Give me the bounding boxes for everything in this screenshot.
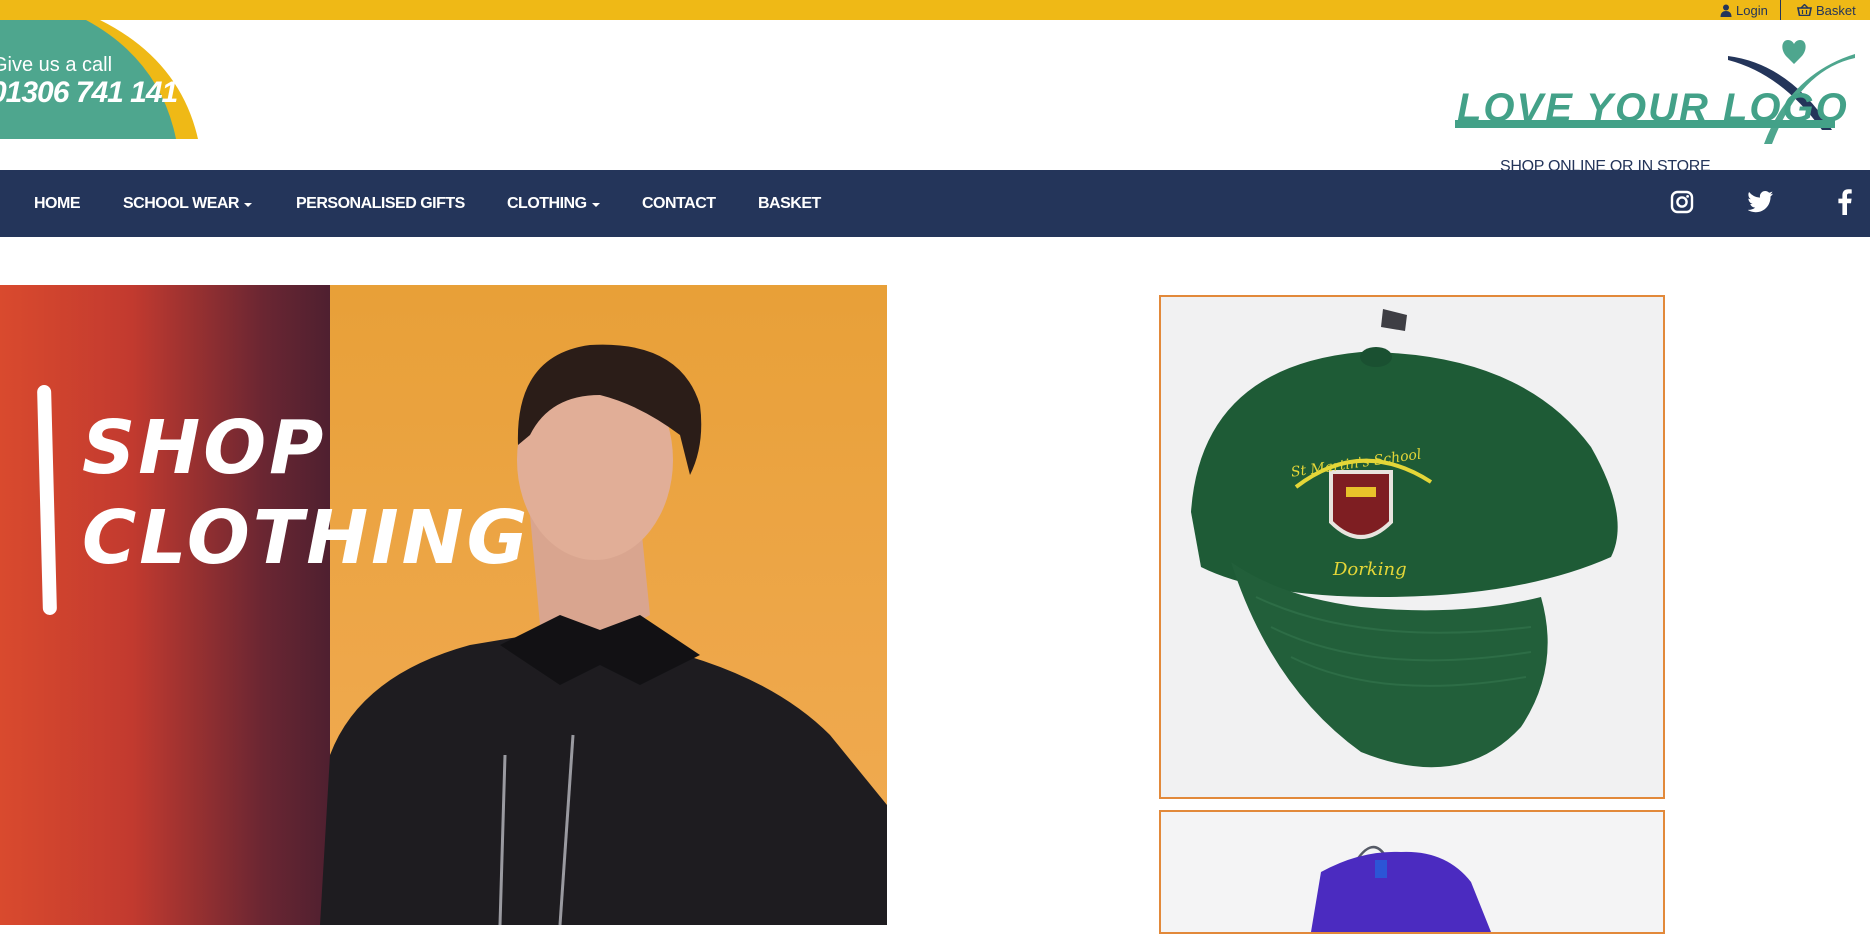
product-card-fleece[interactable] [1159, 810, 1665, 934]
hero-banner[interactable]: SHOP CLOTHING [0, 285, 887, 925]
facebook-icon[interactable] [1831, 188, 1859, 216]
caret-down-icon [591, 202, 600, 207]
hero-model-image [320, 344, 887, 925]
login-link[interactable]: Login [1720, 0, 1768, 20]
login-label: Login [1736, 2, 1768, 18]
site-logo[interactable]: LOVE YOUR LOGO SHOP ONLINE OR IN STORE [1450, 34, 1860, 184]
phone-number[interactable]: 01306 741 141 [0, 76, 190, 110]
basket-link[interactable]: Basket [1797, 0, 1856, 20]
cap-embroidery-bottom: Dorking [1332, 559, 1407, 580]
hero-title-line2: CLOTHING [82, 495, 531, 581]
user-icon [1720, 4, 1732, 17]
call-label: Give us a call [0, 54, 113, 76]
nav-basket-label: BASKET [758, 194, 821, 212]
main-nav: HOME SCHOOL WEAR PERSONALISED GIFTS CLOT… [0, 170, 1870, 237]
nav-school-wear-label: SCHOOL WEAR [123, 194, 239, 212]
instagram-icon[interactable] [1668, 188, 1696, 216]
nav-contact-label: CONTACT [642, 194, 716, 212]
nav-personalised-gifts-label: PERSONALISED GIFTS [296, 194, 465, 212]
nav-clothing-label: CLOTHING [507, 194, 587, 212]
nav-personalised-gifts[interactable]: PERSONALISED GIFTS [296, 170, 465, 237]
utility-bar: Login Basket [0, 0, 1870, 20]
logo-text: LOVE YOUR LOGO [1457, 86, 1849, 130]
twitter-icon[interactable] [1747, 188, 1775, 216]
caret-down-icon [243, 202, 252, 207]
nav-basket[interactable]: BASKET [758, 170, 821, 237]
nav-home-label: HOME [34, 194, 81, 212]
call-us-badge[interactable]: Give us a call 01306 741 141 [0, 20, 200, 140]
nav-school-wear[interactable]: SCHOOL WEAR [123, 170, 252, 237]
utility-divider [1780, 0, 1781, 20]
cap-image: Dorking St Martin's School [1161, 297, 1663, 797]
nav-home[interactable]: HOME [34, 170, 81, 237]
basket-label: Basket [1816, 2, 1856, 18]
hero-title-line1: SHOP [82, 405, 327, 491]
nav-contact[interactable]: CONTACT [642, 170, 716, 237]
nav-clothing[interactable]: CLOTHING [507, 170, 600, 237]
basket-icon [1797, 4, 1812, 16]
product-card-cap[interactable]: Dorking St Martin's School [1159, 295, 1665, 799]
site-header: Give us a call 01306 741 141 LOVE YOUR L… [0, 20, 1870, 175]
fleece-image [1161, 812, 1663, 932]
